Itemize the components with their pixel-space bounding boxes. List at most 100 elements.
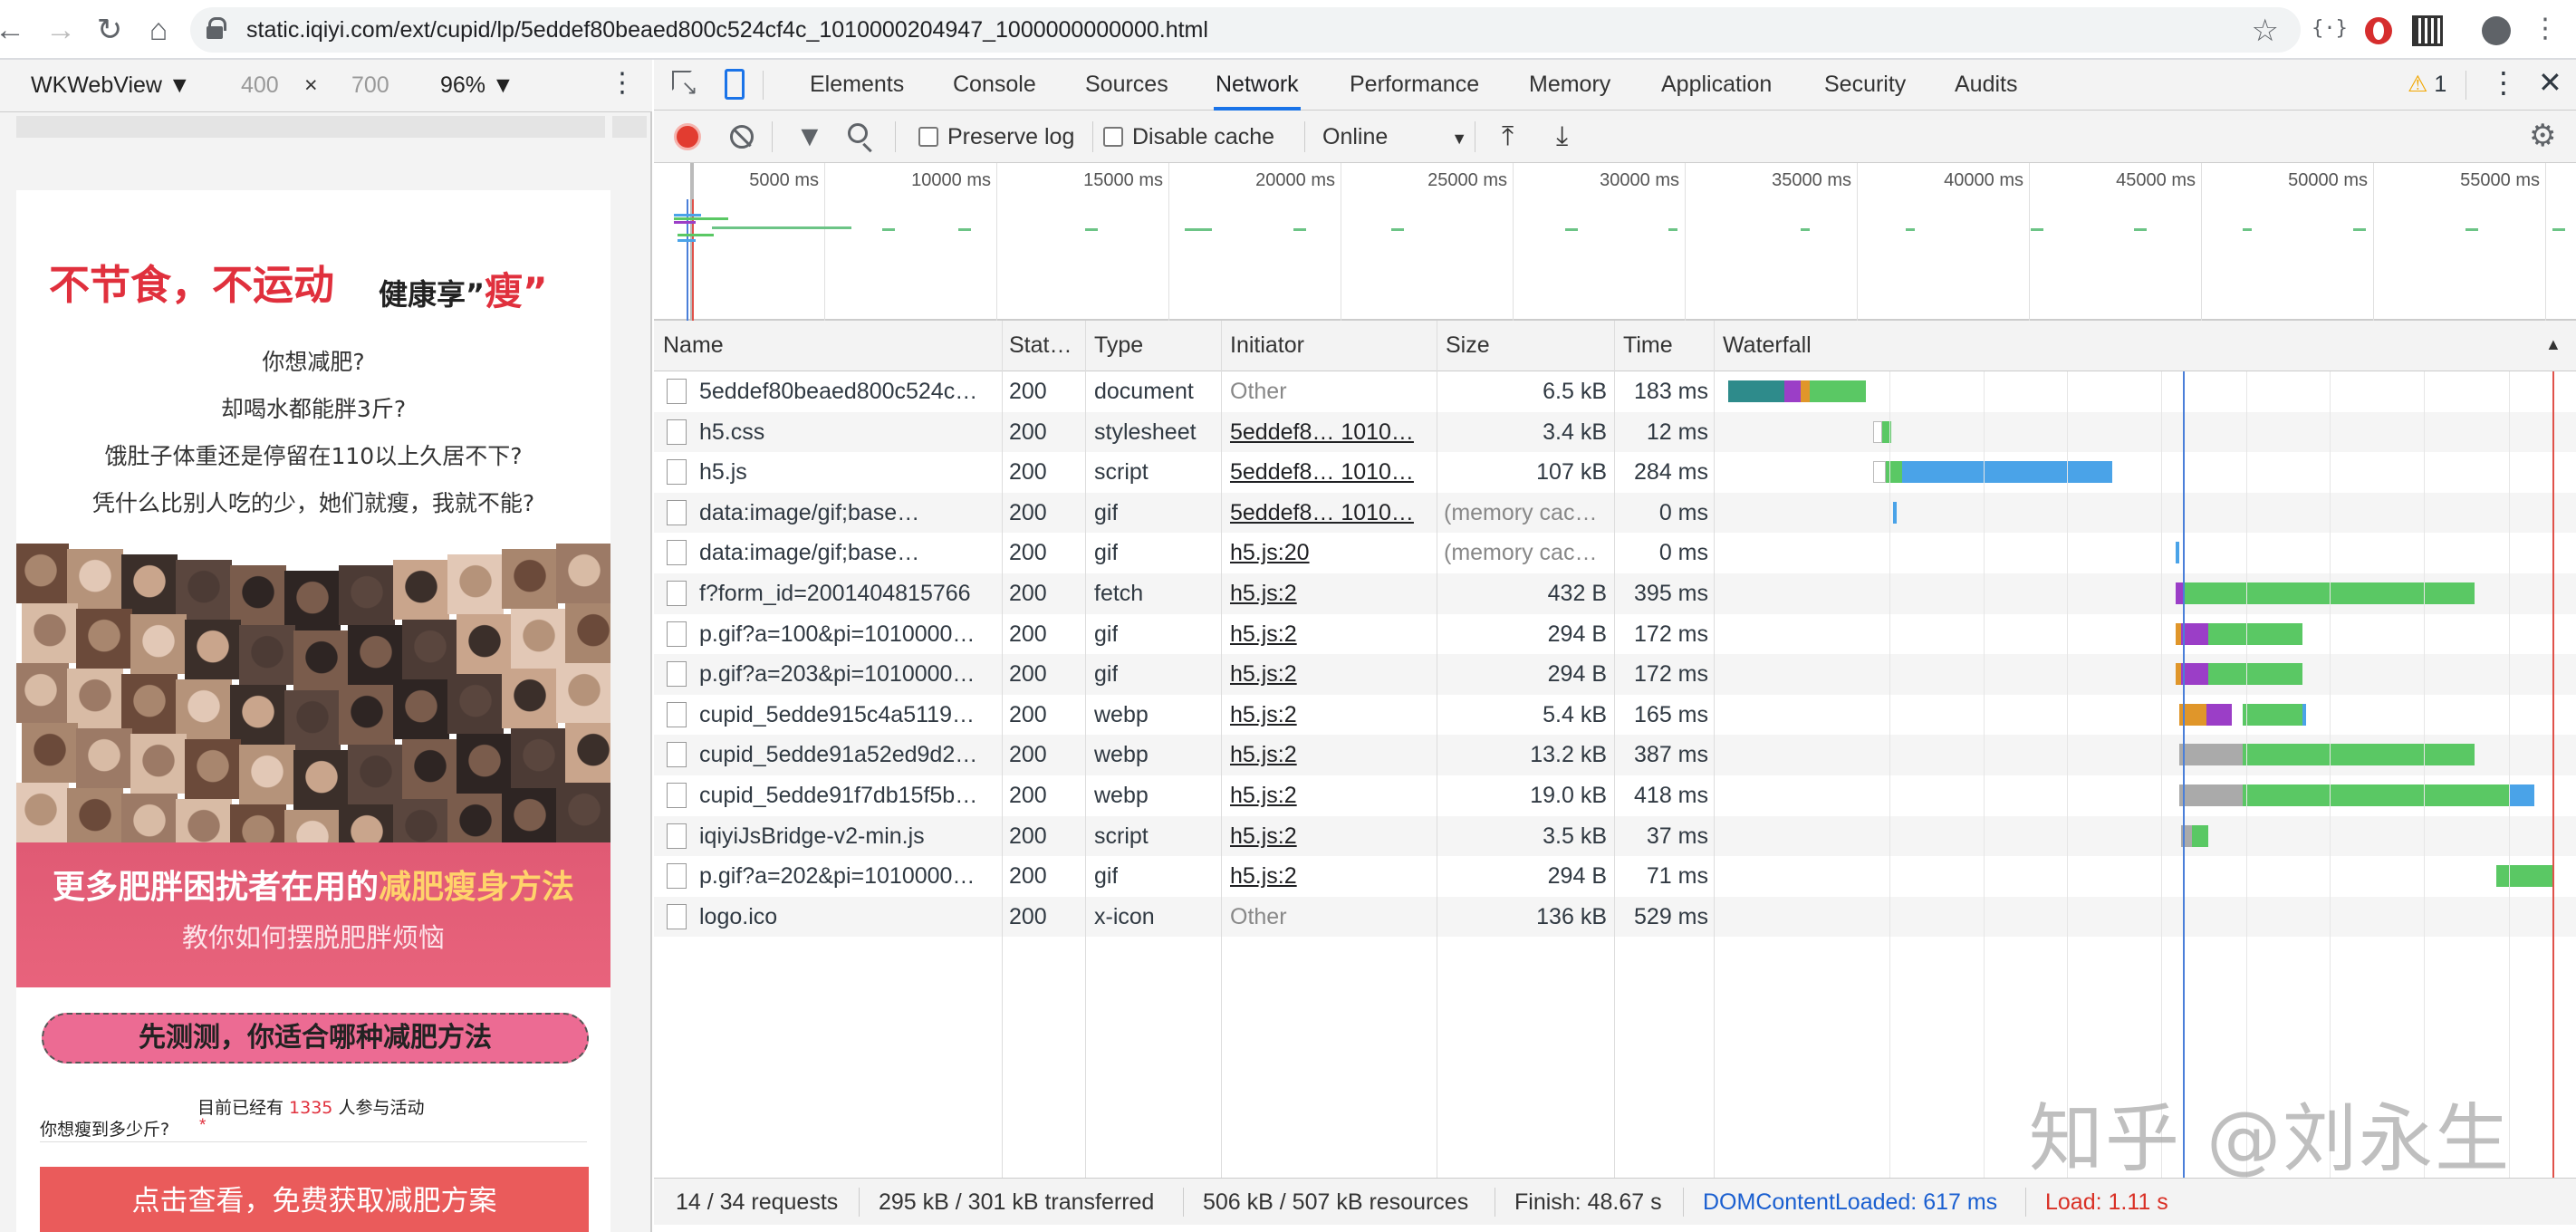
request-name[interactable]: iqiyiJsBridge-v2-min.js — [699, 823, 998, 850]
column-size[interactable]: Size — [1446, 332, 1490, 359]
device-height-input[interactable]: 700 — [351, 72, 389, 99]
network-overview-timeline[interactable]: 5000 ms 10000 ms 15000 ms 20000 ms 25000 ms 3… — [654, 163, 2576, 321]
table-row[interactable]: h5.css 200 stylesheet 5eddef8… 1010… 3.4 kB 1… — [654, 411, 2576, 453]
request-name[interactable]: h5.js — [699, 459, 998, 486]
qr-code-icon[interactable] — [2409, 11, 2446, 47]
browser-menu-icon[interactable]: ⋮ — [2527, 11, 2563, 47]
filter-icon[interactable]: ▼ — [795, 120, 824, 153]
request-initiator[interactable]: h5.js:2 — [1230, 783, 1433, 809]
tab-security[interactable]: Security — [1822, 60, 1908, 111]
device-toggle-icon[interactable] — [725, 69, 745, 100]
warnings-indicator[interactable]: ⚠ 1 — [2408, 71, 2446, 98]
request-initiator[interactable]: h5.js:2 — [1230, 863, 1433, 890]
column-divider[interactable] — [1221, 321, 1222, 1178]
json-extension-icon[interactable]: {·} — [2312, 11, 2348, 47]
bookmark-star-icon[interactable]: ☆ — [2252, 13, 2279, 49]
request-name[interactable]: cupid_5edde915c4a5119… — [699, 702, 998, 728]
table-row[interactable]: f?form_id=2001404815766 200 fetch h5.js:2 43… — [654, 573, 2576, 614]
sort-ascending-icon[interactable]: ▲ — [2545, 335, 2562, 354]
checkbox-box[interactable] — [918, 127, 938, 147]
address-bar[interactable]: static.iqiyi.com/ext/cupid/lp/5eddef80be… — [190, 7, 2301, 53]
column-time[interactable]: Time — [1623, 332, 1673, 359]
opera-extension-icon[interactable] — [2360, 11, 2397, 47]
tab-elements[interactable]: Elements — [808, 60, 906, 111]
forward-icon[interactable]: → — [40, 9, 82, 51]
search-icon[interactable] — [848, 123, 872, 153]
request-name[interactable]: logo.ico — [699, 904, 998, 930]
tab-performance[interactable]: Performance — [1348, 60, 1481, 111]
close-devtools-icon[interactable]: ✕ — [2538, 65, 2562, 100]
request-initiator[interactable]: h5.js:2 — [1230, 621, 1433, 648]
table-row[interactable]: p.gif?a=100&pi=1010000… 200 gif h5.js:2 294 … — [654, 614, 2576, 655]
table-row[interactable]: p.gif?a=203&pi=1010000… 200 gif h5.js:2 294 … — [654, 654, 2576, 695]
profile-avatar-icon[interactable] — [2478, 11, 2514, 47]
request-initiator[interactable]: h5.js:2 — [1230, 742, 1433, 768]
table-row[interactable]: 5eddef80beaed800c524c… 200 document Other 6.… — [654, 371, 2576, 412]
column-type[interactable]: Type — [1094, 332, 1143, 359]
table-row[interactable]: logo.ico 200 x-icon Other 136 kB 529 ms — [654, 896, 2576, 938]
device-more-icon[interactable]: ⋮ — [609, 67, 636, 99]
disable-cache-checkbox[interactable]: Disable cache — [1103, 124, 1274, 150]
request-initiator[interactable]: 5eddef8… 1010… — [1230, 459, 1433, 486]
tab-sources[interactable]: Sources — [1083, 60, 1170, 111]
request-name[interactable]: p.gif?a=202&pi=1010000… — [699, 863, 998, 890]
column-waterfall[interactable]: Waterfall — [1723, 332, 1812, 359]
request-name[interactable]: h5.css — [699, 419, 998, 446]
request-name[interactable]: p.gif?a=203&pi=1010000… — [699, 661, 998, 688]
request-name[interactable]: cupid_5edde91a52ed9d2… — [699, 742, 998, 768]
request-name[interactable]: 5eddef80beaed800c524c… — [699, 379, 998, 405]
export-har-icon[interactable]: ⤓ — [1556, 121, 1568, 152]
table-row[interactable]: cupid_5edde91a52ed9d2… 200 webp h5.js:2 13.2… — [654, 735, 2576, 775]
request-name[interactable]: data:image/gif;base… — [699, 540, 998, 566]
home-icon[interactable]: ⌂ — [138, 9, 179, 51]
network-settings-gear-icon[interactable]: ⚙ — [2529, 118, 2556, 154]
table-row[interactable]: cupid_5edde915c4a5119… 200 webp h5.js:2 5.4 … — [654, 695, 2576, 736]
record-icon[interactable] — [674, 123, 701, 150]
get-plan-button[interactable]: 点击查看，免费获取减肥方案 — [40, 1167, 589, 1232]
request-name[interactable]: f?form_id=2001404815766 — [699, 581, 998, 607]
request-initiator[interactable]: h5.js:2 — [1230, 581, 1433, 607]
tab-network[interactable]: Network — [1214, 60, 1301, 111]
tab-application[interactable]: Application — [1659, 60, 1773, 111]
request-initiator[interactable]: 5eddef8… 1010… — [1230, 419, 1433, 446]
column-status[interactable]: Stat… — [1009, 332, 1072, 359]
tab-console[interactable]: Console — [951, 60, 1038, 111]
request-initiator[interactable]: h5.js:2 — [1230, 702, 1433, 728]
request-initiator[interactable]: h5.js:20 — [1230, 540, 1433, 566]
column-divider[interactable] — [1714, 321, 1715, 1178]
reload-icon[interactable]: ↻ — [89, 9, 130, 51]
back-icon[interactable]: ← — [0, 9, 31, 51]
media-query-ruler[interactable] — [16, 116, 605, 138]
clear-icon[interactable] — [730, 125, 754, 149]
request-initiator[interactable]: h5.js:2 — [1230, 661, 1433, 688]
preserve-log-checkbox[interactable]: Preserve log — [918, 124, 1074, 150]
take-test-button[interactable]: 先测测，你适合哪种减肥方法 — [42, 1013, 589, 1064]
table-row[interactable]: p.gif?a=202&pi=1010000… 200 gif h5.js:2 294 … — [654, 856, 2576, 897]
tab-memory[interactable]: Memory — [1527, 60, 1612, 111]
request-initiator[interactable]: 5eddef8… 1010… — [1230, 500, 1433, 526]
table-row[interactable]: data:image/gif;base… 200 gif 5eddef8… 1010…… — [654, 492, 2576, 534]
column-divider[interactable] — [1614, 321, 1615, 1178]
column-name[interactable]: Name — [663, 332, 724, 359]
request-name[interactable]: p.gif?a=100&pi=1010000… — [699, 621, 998, 648]
table-row[interactable]: data:image/gif;base… 200 gif h5.js:20 (memor… — [654, 533, 2576, 573]
import-har-icon[interactable]: ⤒ — [1502, 121, 1514, 152]
request-name[interactable]: data:image/gif;base… — [699, 500, 998, 526]
request-name[interactable]: cupid_5edde91f7db15f5b… — [699, 783, 998, 809]
device-width-input[interactable]: 400 — [241, 72, 279, 99]
device-select[interactable]: WKWebView ▼ — [31, 72, 191, 99]
request-initiator[interactable]: h5.js:2 — [1230, 823, 1433, 850]
table-row[interactable]: iqiyiJsBridge-v2-min.js 200 script h5.js:2 3… — [654, 815, 2576, 857]
column-initiator[interactable]: Initiator — [1230, 332, 1304, 359]
zoom-select[interactable]: 96% ▼ — [440, 72, 514, 99]
inspect-element-icon[interactable]: ↘ — [672, 71, 699, 98]
table-row[interactable]: cupid_5edde91f7db15f5b… 200 webp h5.js:2 19.… — [654, 775, 2576, 816]
url-text[interactable]: static.iqiyi.com/ext/cupid/lp/5eddef80be… — [246, 17, 1208, 43]
target-weight-input[interactable] — [40, 1141, 587, 1142]
column-divider[interactable] — [1002, 321, 1003, 1178]
media-query-ruler-end[interactable] — [612, 116, 647, 138]
checkbox-box[interactable] — [1103, 127, 1123, 147]
devtools-menu-icon[interactable]: ⋮ — [2489, 65, 2518, 100]
column-divider[interactable] — [1085, 321, 1086, 1178]
throttling-select[interactable]: Online ▼ — [1322, 124, 1467, 150]
